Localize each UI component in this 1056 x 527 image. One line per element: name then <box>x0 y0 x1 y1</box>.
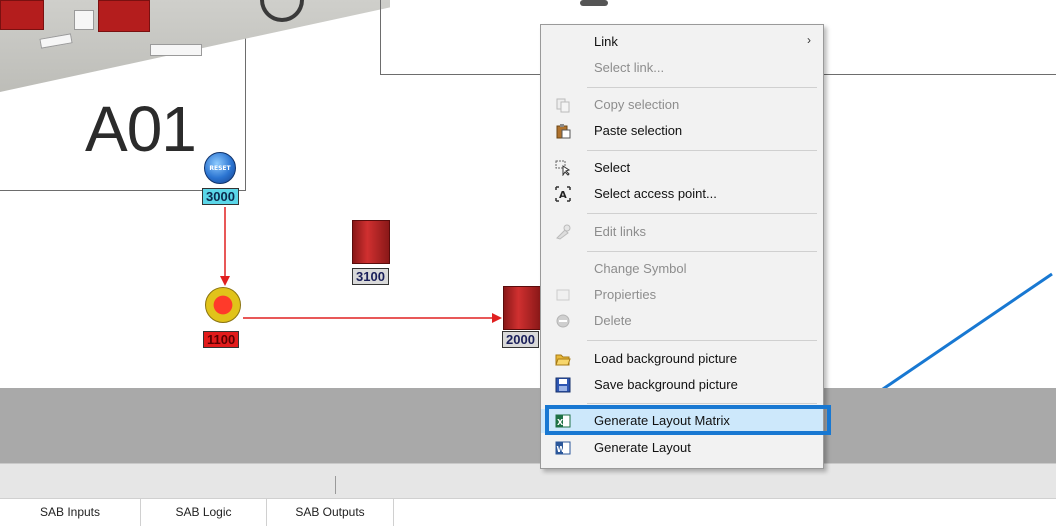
menu-item-label: Edit links <box>594 224 647 239</box>
frame-detail <box>580 0 608 6</box>
menu-item-label: Delete <box>594 313 632 328</box>
select-cursor-icon <box>555 160 571 176</box>
node-tag-1100[interactable]: 1100 <box>203 331 240 348</box>
save-disk-icon <box>555 377 571 393</box>
tab-sab-inputs[interactable]: SAB Inputs <box>0 499 141 526</box>
menu-separator <box>587 87 817 88</box>
node-tag-3100[interactable]: 3100 <box>352 268 389 285</box>
menu-item-label: Save background picture <box>594 377 738 392</box>
annotation-highlight-box <box>545 405 831 435</box>
svg-text:A: A <box>559 190 567 201</box>
menu-item-select[interactable]: Select <box>541 156 823 180</box>
context-menu: Link › Select link... Copy selection Pas… <box>540 24 824 469</box>
paste-icon <box>556 124 571 139</box>
properties-icon <box>556 289 570 301</box>
arrow-head <box>220 276 230 286</box>
menu-item-label: Select link... <box>594 60 665 75</box>
menu-item-change-symbol[interactable]: Change Symbol <box>541 257 823 281</box>
status-bar <box>0 463 1056 499</box>
safety-relay-icon[interactable] <box>352 220 390 264</box>
menu-separator <box>587 150 817 151</box>
menu-item-edit-links[interactable]: Edit links <box>541 220 823 244</box>
tab-bar: SAB Inputs SAB Logic SAB Outputs <box>0 498 1056 527</box>
submenu-arrow-icon: › <box>807 33 811 47</box>
word-icon: W <box>555 441 571 455</box>
menu-item-label: Link <box>594 34 618 49</box>
menu-item-select-access-point[interactable]: A Select access point... <box>541 182 823 206</box>
menu-item-link[interactable]: Link › <box>541 30 823 54</box>
delete-icon <box>556 314 570 328</box>
svg-text:W: W <box>557 445 566 454</box>
menu-item-label: Generate Layout <box>594 440 691 455</box>
emergency-stop-icon[interactable] <box>205 287 241 323</box>
node-tag-3000[interactable]: 3000 <box>202 188 239 205</box>
folder-open-icon <box>555 354 571 366</box>
menu-item-label: Change Symbol <box>594 261 687 276</box>
menu-item-delete[interactable]: Delete <box>541 309 823 333</box>
menu-separator <box>587 213 817 214</box>
menu-item-generate-layout[interactable]: W Generate Layout <box>541 436 823 460</box>
access-point-icon: A <box>555 186 571 202</box>
diagram-canvas[interactable]: A01 RESET 3000 3100 1100 2000 <box>0 0 1056 408</box>
menu-separator <box>587 340 817 341</box>
menu-item-select-link[interactable]: Select link... <box>541 56 823 80</box>
menu-item-label: Paste selection <box>594 123 683 138</box>
menu-item-label: Select <box>594 160 631 175</box>
menu-item-label: Select access point... <box>594 186 717 201</box>
menu-item-paste-selection[interactable]: Paste selection <box>541 119 823 143</box>
node-tag-2000[interactable]: 2000 <box>502 331 539 348</box>
menu-item-label: Copy selection <box>594 97 680 112</box>
reset-icon-text: RESET <box>209 164 231 172</box>
menu-item-copy-selection[interactable]: Copy selection <box>541 93 823 117</box>
menu-separator <box>587 403 817 404</box>
menu-item-load-background[interactable]: Load background picture <box>541 347 823 371</box>
menu-item-properties[interactable]: Propierties <box>541 283 823 307</box>
menu-item-label: Load background picture <box>594 351 738 366</box>
edit-links-icon <box>556 224 571 240</box>
link-lines <box>220 207 502 323</box>
output-panel <box>0 388 1056 463</box>
tab-sab-logic[interactable]: SAB Logic <box>141 499 267 526</box>
menu-item-save-background[interactable]: Save background picture <box>541 373 823 397</box>
reset-button-icon[interactable]: RESET <box>204 152 236 184</box>
arrow-head <box>492 313 502 323</box>
menu-separator <box>587 251 817 252</box>
tab-sab-outputs[interactable]: SAB Outputs <box>267 499 394 526</box>
contactor-icon[interactable] <box>503 286 541 330</box>
status-separator <box>335 476 336 494</box>
menu-item-label: Propierties <box>594 287 657 302</box>
copy-icon <box>556 98 570 113</box>
